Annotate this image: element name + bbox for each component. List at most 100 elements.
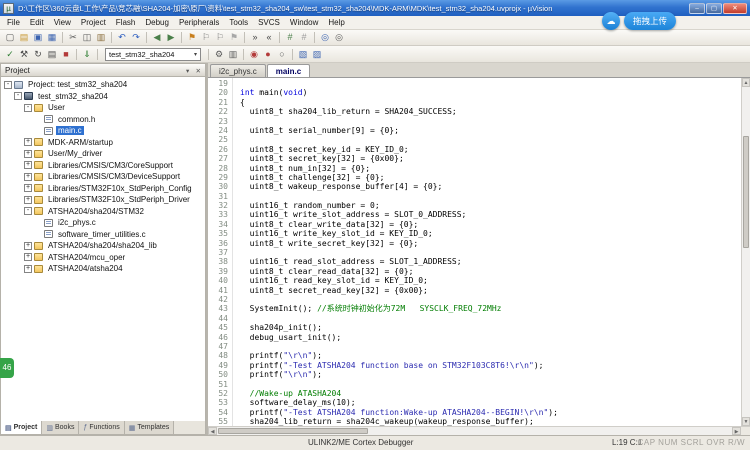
download-icon[interactable]: ⇓ (80, 48, 94, 61)
paste-icon[interactable]: ▥ (94, 31, 108, 44)
maximize-button[interactable]: ▢ (706, 3, 722, 14)
editor-horizontal-scrollbar[interactable]: ◀ ▶ (208, 426, 750, 435)
tree-item-libraries-cmsis-cm3-coresupport[interactable]: +Libraries/CMSIS/CM3/CoreSupport (1, 160, 205, 172)
save-all-icon[interactable]: ▦ (45, 31, 59, 44)
tree-item-test-stm32-sha204[interactable]: -test_stm32_sha204 (1, 91, 205, 103)
editor-vertical-scrollbar[interactable]: ▲ ▼ (741, 78, 750, 426)
cloud-upload-icon[interactable]: ☁ (602, 12, 620, 30)
debug-session-icon[interactable]: ◉ (247, 48, 261, 61)
collapse-icon[interactable]: - (24, 207, 32, 215)
batch-build-icon[interactable]: ▤ (45, 48, 59, 61)
pack-installer-icon[interactable]: ▨ (310, 48, 324, 61)
menu-peripherals[interactable]: Peripherals (174, 16, 224, 29)
panel-tab-books[interactable]: ▥Books (42, 421, 79, 434)
menu-window[interactable]: Window (285, 16, 323, 29)
tree-item-software-timer-utilities-c[interactable]: software_timer_utilities.c (1, 229, 205, 241)
menu-view[interactable]: View (49, 16, 76, 29)
vertical-scrollbar-thumb[interactable] (743, 136, 749, 248)
open-folder-icon[interactable]: ▤ (17, 31, 31, 44)
panel-tab-templates[interactable]: ▦Templates (125, 421, 175, 434)
target-selector[interactable]: test_stm32_sha204 ▾ (105, 48, 201, 61)
copy-icon[interactable]: ◫ (80, 31, 94, 44)
upload-button[interactable]: 拖拽上传 (624, 12, 676, 30)
redo-icon[interactable]: ↷ (129, 31, 143, 44)
tree-item-libraries-cmsis-cm3-devicesupport[interactable]: +Libraries/CMSIS/CM3/DeviceSupport (1, 171, 205, 183)
cut-icon[interactable]: ✂ (66, 31, 80, 44)
find-icon[interactable]: ◎ (332, 31, 346, 44)
scroll-down-icon[interactable]: ▼ (742, 417, 750, 426)
editor-tab-i2c-phys-c[interactable]: i2c_phys.c (210, 64, 266, 77)
uncomment-icon[interactable]: # (297, 31, 311, 44)
scroll-up-icon[interactable]: ▲ (742, 78, 750, 87)
menu-debug[interactable]: Debug (140, 16, 174, 29)
bookmark-prev-icon[interactable]: ⚐ (199, 31, 213, 44)
comment-icon[interactable]: # (283, 31, 297, 44)
minimize-button[interactable]: – (689, 3, 705, 14)
new-file-icon[interactable]: ▢ (3, 31, 17, 44)
manage-components-icon[interactable]: ▧ (296, 48, 310, 61)
target-options-icon[interactable]: ⚙ (212, 48, 226, 61)
tree-item-atsha204-sha204-sha204-lib[interactable]: +ATSHA204/sha204/sha204_lib (1, 240, 205, 252)
rebuild-icon[interactable]: ↻ (31, 48, 45, 61)
tree-item-atsha204-atsha204[interactable]: +ATSHA204/atsha204 (1, 263, 205, 275)
menu-tools[interactable]: Tools (224, 16, 253, 29)
menu-project[interactable]: Project (76, 16, 111, 29)
expand-icon[interactable]: + (24, 196, 32, 204)
panel-menu-icon[interactable]: ▾ (186, 68, 189, 75)
tree-item-atsha204-sha204-stm32[interactable]: -ATSHA204/sha204/STM32 (1, 206, 205, 218)
menu-file[interactable]: File (2, 16, 25, 29)
bookmark-next-icon[interactable]: ⚐ (213, 31, 227, 44)
horizontal-scrollbar-thumb[interactable] (218, 428, 368, 434)
tree-item-i2c-phys-c[interactable]: i2c_phys.c (1, 217, 205, 229)
tree-item-main-c[interactable]: main.c (1, 125, 205, 137)
tree-item-project-test-stm32-sha204[interactable]: -Project: test_stm32_sha204 (1, 79, 205, 91)
bookmark-toggle-icon[interactable]: ⚑ (185, 31, 199, 44)
code-line: sha204_lib_return = sha204c_wakeup(wakeu… (240, 417, 741, 426)
expand-icon[interactable]: + (24, 242, 32, 250)
panel-close-icon[interactable]: ✕ (196, 68, 201, 75)
menu-flash[interactable]: Flash (111, 16, 141, 29)
outdent-icon[interactable]: « (262, 31, 276, 44)
tree-item-libraries-stm32f10x-stdperiph-config[interactable]: +Libraries/STM32F10x_StdPeriph_Config (1, 183, 205, 195)
stop-build-icon[interactable]: ■ (59, 48, 73, 61)
close-button[interactable]: ✕ (723, 3, 747, 14)
nav-back-icon[interactable]: ◀ (150, 31, 164, 44)
menu-help[interactable]: Help (323, 16, 349, 29)
expand-icon[interactable]: + (24, 161, 32, 169)
collapse-icon[interactable]: - (4, 81, 12, 89)
editor-tab-main-c[interactable]: main.c (267, 64, 310, 77)
find-in-files-icon[interactable]: ◎ (318, 31, 332, 44)
tree-item-mdk-arm-startup[interactable]: +MDK-ARM/startup (1, 137, 205, 149)
collapse-icon[interactable]: - (14, 92, 22, 100)
tree-item-libraries-stm32f10x-stdperiph-driver[interactable]: +Libraries/STM32F10x_StdPeriph_Driver (1, 194, 205, 206)
code-content[interactable]: int main(void){ uint8_t sha204_lib_retur… (233, 78, 741, 426)
scroll-right-icon[interactable]: ▶ (732, 427, 741, 435)
tree-item-user[interactable]: -User (1, 102, 205, 114)
expand-icon[interactable]: + (24, 253, 32, 261)
bookmark-clear-icon[interactable]: ⚑ (227, 31, 241, 44)
breakpoint-kill-icon[interactable]: ○ (275, 48, 289, 61)
expand-icon[interactable]: + (24, 184, 32, 192)
indent-icon[interactable]: » (248, 31, 262, 44)
file-extensions-icon[interactable]: ▥ (226, 48, 240, 61)
undo-icon[interactable]: ↶ (115, 31, 129, 44)
panel-tab-project[interactable]: ▤Project (1, 421, 42, 434)
menu-edit[interactable]: Edit (25, 16, 49, 29)
panel-tab-functions[interactable]: ƒFunctions (79, 421, 124, 434)
toolbar-separator (97, 49, 98, 60)
tree-item-atsha204-mcu-oper[interactable]: +ATSHA204/mcu_oper (1, 252, 205, 264)
expand-icon[interactable]: + (24, 173, 32, 181)
build-icon[interactable]: ⚒ (17, 48, 31, 61)
tree-item-common-h[interactable]: common.h (1, 114, 205, 126)
scroll-left-icon[interactable]: ◀ (208, 427, 217, 435)
expand-icon[interactable]: + (24, 138, 32, 146)
breakpoint-insert-icon[interactable]: ● (261, 48, 275, 61)
save-icon[interactable]: ▣ (31, 31, 45, 44)
translate-icon[interactable]: ✓ (3, 48, 17, 61)
expand-icon[interactable]: + (24, 265, 32, 273)
tree-item-user-my-driver[interactable]: +User/My_driver (1, 148, 205, 160)
nav-forward-icon[interactable]: ▶ (164, 31, 178, 44)
menu-svcs[interactable]: SVCS (253, 16, 285, 29)
collapse-icon[interactable]: - (24, 104, 32, 112)
expand-icon[interactable]: + (24, 150, 32, 158)
